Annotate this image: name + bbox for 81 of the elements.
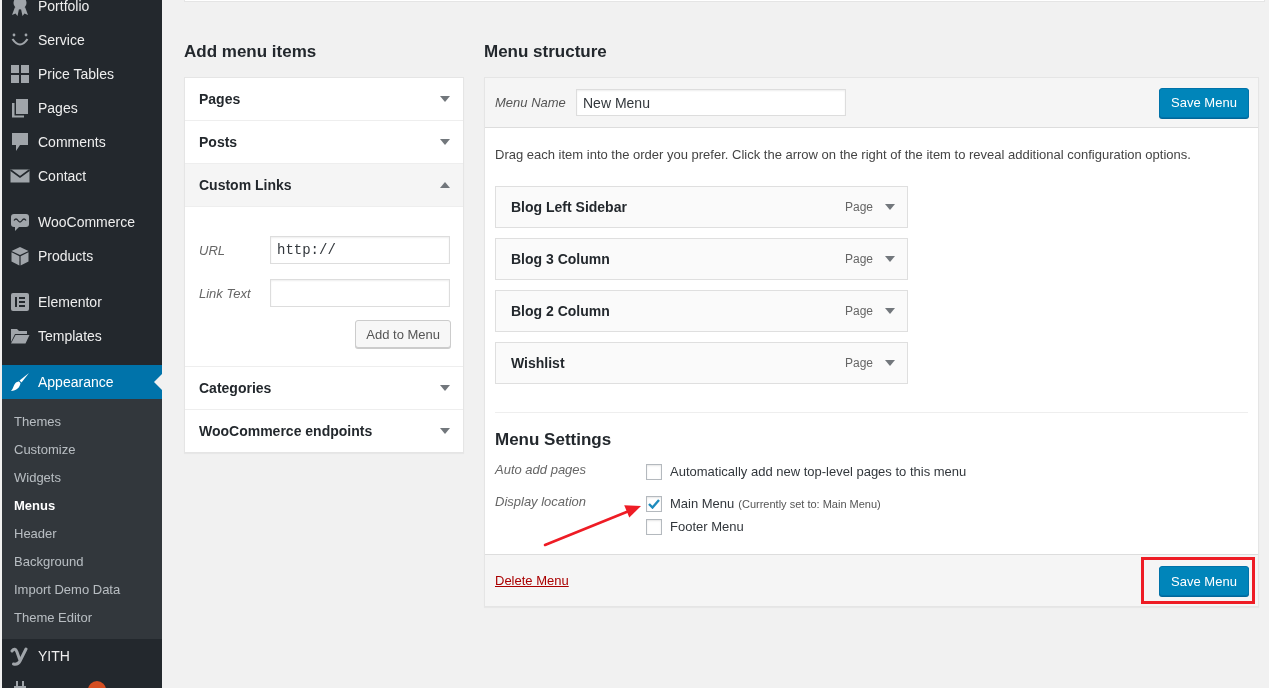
text-field[interactable] bbox=[270, 279, 450, 307]
sidebar-item[interactable]: Portfolio bbox=[2, 0, 162, 23]
menu-item-title: Blog 2 Column bbox=[511, 303, 611, 319]
field-label: Link Text bbox=[199, 285, 252, 301]
sidebar-item[interactable]: Appearance bbox=[2, 365, 162, 399]
settings-heading: Menu Settings bbox=[495, 429, 613, 451]
menu-name-field[interactable]: New Menu bbox=[576, 89, 846, 116]
caret-down-icon bbox=[440, 139, 450, 145]
current-pointer-icon bbox=[154, 374, 162, 390]
section-heading: Add menu items bbox=[184, 41, 318, 63]
sidebar-item[interactable]: Service bbox=[2, 23, 162, 57]
save-menu-button[interactable]: Save Menu bbox=[1159, 87, 1249, 118]
y-logo-icon bbox=[10, 646, 30, 666]
caret-down-icon[interactable] bbox=[885, 360, 895, 366]
location-note: (Currently set to: Main Menu) bbox=[738, 497, 881, 510]
sidebar-item[interactable]: Templates bbox=[2, 319, 162, 353]
submenu-item[interactable]: Widgets bbox=[2, 463, 162, 491]
sidebar-item[interactable]: Contact bbox=[2, 159, 162, 193]
menu-item-title: Blog 3 Column bbox=[511, 251, 611, 267]
submenu-item[interactable]: Import Demo Data bbox=[2, 575, 162, 603]
checkbox[interactable] bbox=[646, 518, 662, 535]
caret-down-icon bbox=[440, 385, 450, 391]
menu-item[interactable]: Blog 2 Column Page bbox=[495, 290, 908, 332]
menu-item[interactable]: Blog 3 Column Page bbox=[495, 238, 908, 280]
accordion-header[interactable]: Categories bbox=[185, 367, 463, 409]
caret-down-icon bbox=[440, 96, 450, 102]
sidebar-item[interactable]: YITH bbox=[2, 639, 162, 673]
speech-bubble-icon bbox=[10, 212, 30, 232]
sidebar-item[interactable]: Elementor bbox=[2, 285, 162, 319]
field-label: URL bbox=[199, 242, 226, 258]
section-heading: Menu structure bbox=[484, 41, 608, 63]
caret-up-icon bbox=[440, 182, 450, 188]
option-label: Automatically add new top-level pages to this menu bbox=[670, 464, 967, 479]
menu-item-type: Page bbox=[844, 252, 873, 266]
submenu-item[interactable]: Header bbox=[2, 519, 162, 547]
url-field[interactable]: http:// bbox=[270, 236, 450, 264]
menu-item[interactable]: Wishlist Page bbox=[495, 342, 908, 384]
accordion-header[interactable]: Pages bbox=[185, 78, 463, 120]
delete-menu-link[interactable]: Delete Menu bbox=[495, 573, 569, 588]
box-icon bbox=[10, 246, 30, 266]
paintbrush-icon bbox=[10, 372, 30, 392]
option-label: Main Menu bbox=[670, 496, 735, 511]
caret-down-icon[interactable] bbox=[885, 204, 895, 210]
pages-icon bbox=[10, 98, 30, 118]
instructions-text: Drag each item into the order you prefer. Click the arrow on the right of the item to reveal additional configuration options. bbox=[495, 146, 1192, 164]
caret-down-icon bbox=[440, 428, 450, 434]
menu-item-type: Page bbox=[844, 304, 873, 318]
submenu-item[interactable]: Background bbox=[2, 547, 162, 575]
accordion-header[interactable]: WooCommerce endpoints bbox=[185, 410, 463, 452]
sidebar-item[interactable]: WooCommerce bbox=[2, 205, 162, 239]
submenu-item[interactable]: Themes bbox=[2, 407, 162, 435]
menu-item-type: Page bbox=[844, 356, 873, 370]
option-label: Footer Menu bbox=[670, 519, 744, 534]
accordion-header[interactable]: Posts bbox=[185, 121, 463, 163]
submenu-item[interactable]: Menus bbox=[2, 491, 162, 519]
menu-item-type: Page bbox=[844, 200, 873, 214]
setting-label: Display location bbox=[495, 493, 588, 511]
sidebar-item[interactable]: Products bbox=[2, 239, 162, 273]
menu-item[interactable]: Blog Left Sidebar Page bbox=[495, 186, 908, 228]
accordion-header[interactable]: Custom Links bbox=[185, 164, 463, 206]
setting-label: Auto add pages bbox=[495, 461, 588, 479]
submenu-item[interactable]: Theme Editor bbox=[2, 603, 162, 631]
sidebar-item[interactable]: Pages bbox=[2, 91, 162, 125]
sidebar-item[interactable]: Comments bbox=[2, 125, 162, 159]
field-label: Menu Name bbox=[495, 95, 567, 110]
award-icon bbox=[10, 0, 30, 16]
caret-down-icon[interactable] bbox=[885, 256, 895, 262]
comment-icon bbox=[10, 132, 30, 152]
add-to-menu-button[interactable]: Add to Menu bbox=[355, 320, 451, 348]
checkbox[interactable] bbox=[646, 495, 662, 512]
menu-item-title: Blog Left Sidebar bbox=[511, 199, 628, 215]
grid-icon bbox=[10, 64, 30, 84]
check-icon bbox=[648, 498, 660, 509]
caret-down-icon[interactable] bbox=[885, 308, 895, 314]
save-menu-button[interactable]: Save Menu bbox=[1159, 566, 1249, 596]
bars-square-icon bbox=[10, 292, 30, 312]
submenu-item[interactable]: Customize bbox=[2, 435, 162, 463]
checkbox[interactable] bbox=[646, 463, 662, 480]
sidebar-item[interactable]: Price Tables bbox=[2, 57, 162, 91]
folder-icon bbox=[10, 326, 30, 346]
menu-item-title: Wishlist bbox=[511, 355, 566, 371]
